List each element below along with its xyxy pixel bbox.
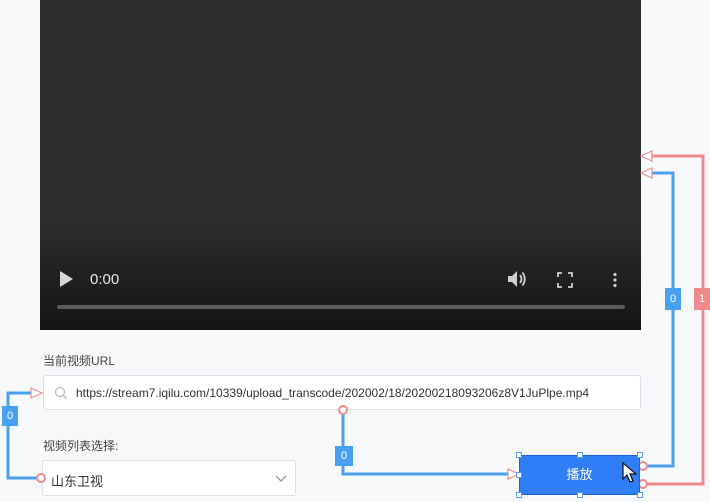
volume-icon[interactable] xyxy=(507,270,529,288)
url-field[interactable] xyxy=(43,375,641,410)
video-list-label: 视频列表选择: xyxy=(43,439,119,453)
fullscreen-icon[interactable] xyxy=(557,272,573,288)
resize-handle[interactable] xyxy=(637,492,643,498)
resize-handle[interactable] xyxy=(516,452,522,458)
video-list-selected: 山东卫视 xyxy=(51,474,104,489)
resize-handle[interactable] xyxy=(516,492,522,498)
resize-handle[interactable] xyxy=(577,492,583,498)
wire-tag-blue-right: 0 xyxy=(665,288,681,310)
search-icon xyxy=(54,386,68,400)
play-icon[interactable] xyxy=(60,271,73,287)
wire-tag-url: 0 xyxy=(2,406,18,426)
url-input[interactable] xyxy=(76,376,636,409)
resize-handle[interactable] xyxy=(516,472,522,478)
video-controls-gradient xyxy=(40,220,641,330)
cursor-icon xyxy=(622,462,638,483)
resize-handle[interactable] xyxy=(577,452,583,458)
url-label: 当前视频URL xyxy=(43,354,116,368)
chevron-down-icon xyxy=(275,475,287,482)
video-list-select[interactable]: 山东卫视 xyxy=(42,460,296,496)
wire-tag-select-out: 0 xyxy=(335,446,353,466)
video-player[interactable]: 0:00 xyxy=(40,0,641,330)
more-icon[interactable] xyxy=(612,272,618,288)
wire-tag-red-right: 1 xyxy=(694,288,710,310)
video-time: 0:00 xyxy=(90,271,120,288)
video-progress-bar[interactable] xyxy=(57,305,625,309)
resize-handle[interactable] xyxy=(637,452,643,458)
